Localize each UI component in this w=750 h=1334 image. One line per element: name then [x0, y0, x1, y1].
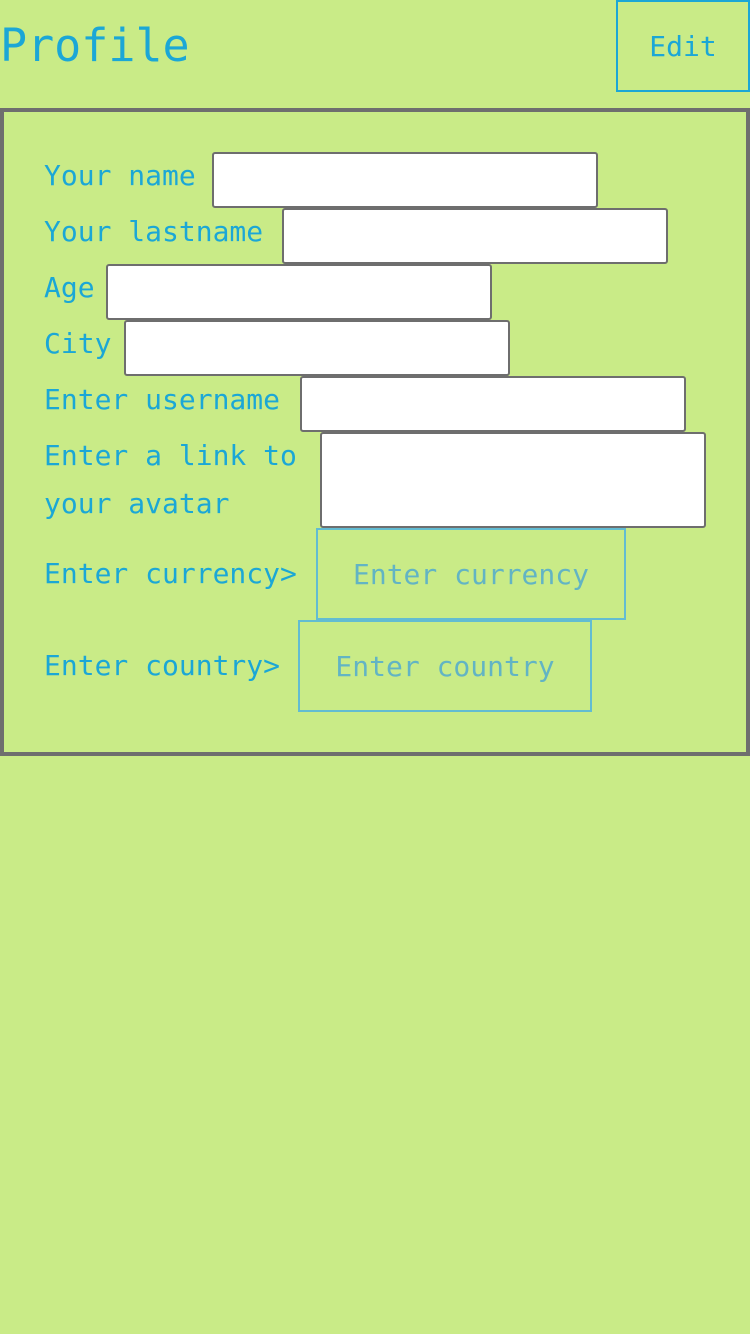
- country-select-button[interactable]: Enter country: [298, 620, 592, 712]
- name-input[interactable]: [212, 152, 598, 208]
- country-label: Enter country>: [44, 649, 281, 682]
- username-input[interactable]: [300, 376, 686, 432]
- edit-button[interactable]: Edit: [616, 0, 750, 92]
- name-label: Your name: [44, 159, 196, 192]
- page-title: Profile: [0, 19, 190, 72]
- age-input[interactable]: [106, 264, 492, 320]
- username-label: Enter username: [44, 383, 281, 416]
- profile-form: Your name Your lastname Age City Enter u…: [0, 108, 750, 756]
- city-label: City: [44, 327, 112, 360]
- city-input[interactable]: [124, 320, 510, 376]
- age-label: Age: [44, 271, 95, 304]
- avatar-label: Enter a link to your avatar: [44, 439, 297, 520]
- lastname-label: Your lastname: [44, 215, 264, 248]
- lastname-input[interactable]: [282, 208, 668, 264]
- avatar-link-input[interactable]: [320, 432, 706, 528]
- currency-label: Enter currency>: [44, 557, 297, 590]
- currency-select-button[interactable]: Enter currency: [316, 528, 626, 620]
